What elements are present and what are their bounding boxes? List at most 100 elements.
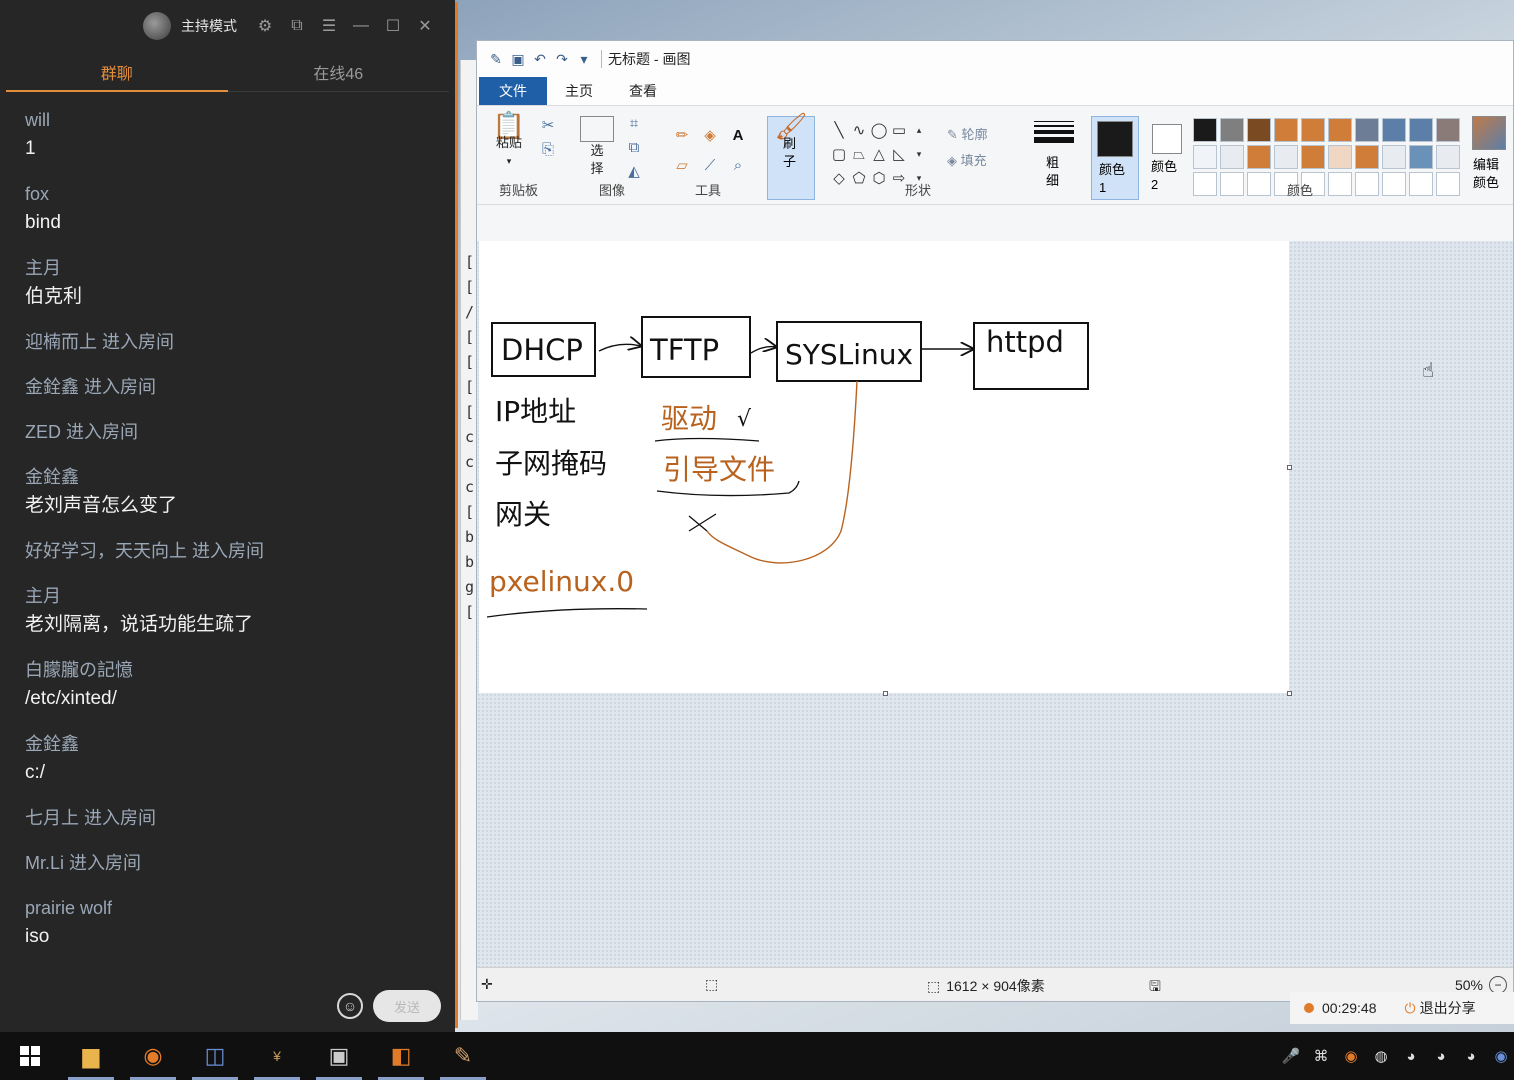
tab-online[interactable]: 在线46 [228,52,450,91]
taskbar-remote-app[interactable]: ◫ [184,1032,246,1080]
resize-handle-corner[interactable] [1287,691,1292,696]
palette-swatch[interactable] [1382,118,1406,142]
select-button[interactable]: 选择 [577,116,617,178]
outline-button[interactable]: ✎ 轮廓 [947,122,988,148]
emoji-icon[interactable]: ☺ [337,993,363,1019]
taskbar-file-explorer[interactable]: ▆ [60,1032,122,1080]
palette-swatch[interactable] [1301,118,1325,142]
avatar[interactable] [143,12,171,40]
tab-group-chat[interactable]: 群聊 [6,52,228,92]
save-icon[interactable]: ▣ [507,48,529,70]
close-icon[interactable]: ✕ [409,10,441,42]
color1-button[interactable]: 颜色 1 [1091,116,1139,200]
microphone-icon[interactable]: 🎤 [1280,1045,1302,1067]
hexagon-shape-icon[interactable]: ⬡ [869,166,889,190]
tab-file[interactable]: 文件 [479,77,547,105]
resize-icon[interactable]: ⧉ [623,136,645,158]
redo-icon[interactable]: ↷ [551,48,573,70]
size-button[interactable]: 粗细 [1032,118,1076,190]
palette-swatch[interactable] [1274,118,1298,142]
palette-swatch[interactable] [1409,172,1433,196]
palette-swatch[interactable] [1220,172,1244,196]
rectangle-shape-icon[interactable]: ▭ [889,118,909,142]
palette-swatch[interactable] [1436,145,1460,169]
palette-swatch[interactable] [1382,172,1406,196]
copy-icon[interactable]: ⎘ [537,138,559,160]
tab-view[interactable]: 查看 [611,77,675,105]
palette-swatch[interactable] [1328,172,1352,196]
diamond-shape-icon[interactable]: ◇ [829,166,849,190]
palette-swatch[interactable] [1355,145,1379,169]
pencil-icon[interactable]: ✏ [671,124,693,146]
fill-bucket-icon[interactable]: ◈ [699,124,721,146]
taskbar-classroom[interactable]: ◧ [370,1032,432,1080]
popout-icon[interactable]: ⧉ [281,10,313,42]
start-button[interactable] [0,1032,60,1080]
tray-app-icon[interactable]: ◉ [1340,1045,1362,1067]
undo-icon[interactable]: ↶ [529,48,551,70]
settings-icon[interactable]: ⚙ [249,10,281,42]
oval-shape-icon[interactable]: ◯ [869,118,889,142]
message-list[interactable]: will 1 fox bind 主月 伯克利 迎楠而上 进入房间 金銓鑫 进入房间 ZED 进入… [0,92,455,952]
palette-swatch[interactable] [1247,145,1271,169]
magnifier-icon[interactable]: ⌕ [727,154,749,176]
message-sender[interactable]: will [25,106,430,134]
cut-icon[interactable]: ✂ [537,114,559,136]
message-sender[interactable]: 白朦朧の記憶 [25,656,430,684]
message-sender[interactable]: prairie wolf [25,894,430,922]
palette-swatch[interactable] [1220,145,1244,169]
color-palette[interactable] [1193,118,1460,196]
menu-icon[interactable]: ☰ [313,10,345,42]
taskbar-paint[interactable]: ✎ [432,1032,494,1080]
palette-swatch[interactable] [1301,145,1325,169]
palette-swatch[interactable] [1328,118,1352,142]
palette-swatch[interactable] [1355,172,1379,196]
maximize-icon[interactable]: ☐ [377,10,409,42]
eraser-icon[interactable]: ▱ [671,154,693,176]
palette-swatch[interactable] [1436,118,1460,142]
palette-swatch[interactable] [1436,172,1460,196]
message-sender[interactable]: 金銓鑫 [25,730,430,758]
rotate-icon[interactable]: ◭ [623,160,645,182]
taskbar-browser[interactable]: ◉ [122,1032,184,1080]
shapes-gallery[interactable]: ╲ ∿ ◯ ▭ ▴ ▢ ⏢ △ ◺ ▾ ◇ ⬠ ⬡ ⇨ ▾ [829,118,929,188]
palette-swatch[interactable] [1355,118,1379,142]
resize-handle-right[interactable] [1287,465,1292,470]
palette-swatch[interactable] [1409,118,1433,142]
palette-swatch[interactable] [1193,145,1217,169]
message-sender[interactable]: 主月 [25,582,430,610]
rounded-rect-shape-icon[interactable]: ▢ [829,142,849,166]
scroll-down-icon[interactable]: ▾ [909,142,929,166]
qq-3-icon[interactable]: ◕ [1460,1045,1482,1067]
qq-2-icon[interactable]: ◕ [1430,1045,1452,1067]
tray-app-3-icon[interactable]: ◉ [1490,1045,1512,1067]
polygon-shape-icon[interactable]: ⏢ [849,142,869,166]
qq-icon[interactable]: ◕ [1400,1045,1422,1067]
customize-dropdown-icon[interactable]: ▾ [573,48,595,70]
network-icon[interactable]: ⌘ [1310,1045,1332,1067]
right-triangle-shape-icon[interactable]: ◺ [889,142,909,166]
palette-swatch[interactable] [1382,145,1406,169]
message-sender[interactable]: 金銓鑫 [25,463,430,491]
paste-button[interactable]: 📋 粘贴 ▾ [489,112,529,170]
curve-shape-icon[interactable]: ∿ [849,118,869,142]
crop-icon[interactable]: ⌗ [623,112,645,134]
palette-swatch[interactable] [1220,118,1244,142]
palette-swatch[interactable] [1247,172,1271,196]
palette-swatch[interactable] [1328,145,1352,169]
taskbar-terminal[interactable]: ▣ [308,1032,370,1080]
drawing-canvas[interactable]: DHCP TFTP SYSLinux httpd IP地址 子网掩码 网关 驱动… [479,241,1289,693]
brush-button[interactable]: 🖌 刷子 [767,113,815,200]
line-shape-icon[interactable]: ╲ [829,118,849,142]
tab-home[interactable]: 主页 [547,77,611,105]
message-sender[interactable]: 主月 [25,254,430,282]
scroll-up-icon[interactable]: ▴ [909,118,929,142]
palette-swatch[interactable] [1193,118,1217,142]
tray-app-2-icon[interactable]: ◍ [1370,1045,1392,1067]
text-icon[interactable]: A [727,124,749,146]
triangle-shape-icon[interactable]: △ [869,142,889,166]
message-sender[interactable]: fox [25,180,430,208]
minimize-icon[interactable]: — [345,10,377,42]
send-button[interactable]: 发送 [373,990,441,1022]
palette-swatch[interactable] [1274,145,1298,169]
